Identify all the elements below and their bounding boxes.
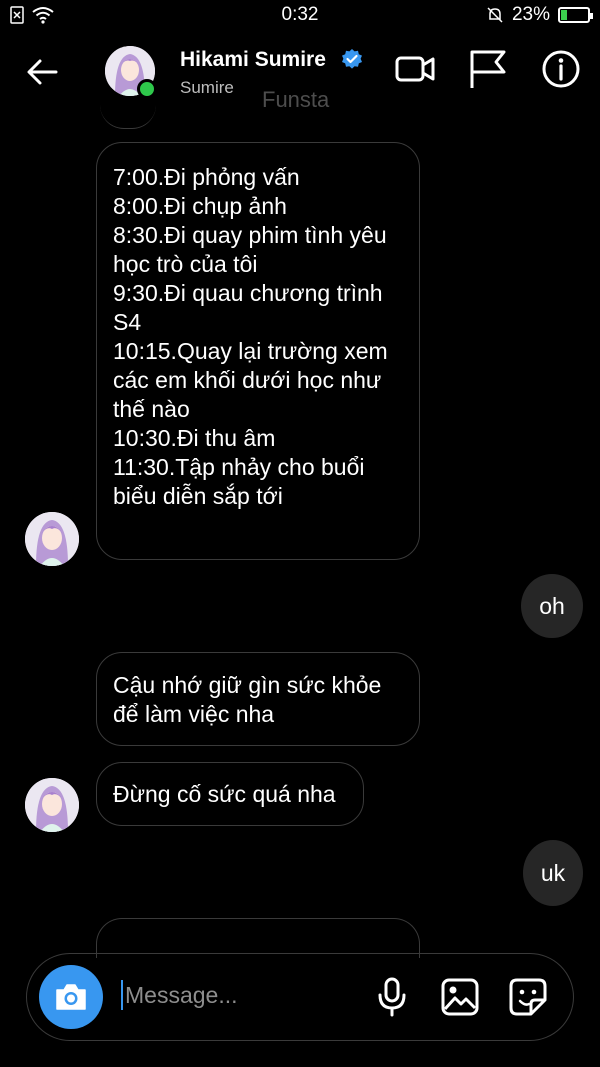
microphone-icon[interactable]: [371, 976, 413, 1018]
message-bubble-dont-overwork[interactable]: Đừng cố sức quá nha: [96, 762, 364, 826]
message-line: biểu diễn sắp tới: [113, 483, 283, 509]
avatar[interactable]: [25, 512, 79, 566]
message-bubble-schedule[interactable]: 7:00.Đi phỏng vấn 8:00.Đi chụp ảnh 8:30.…: [96, 142, 420, 560]
partial-message-bubble: [100, 105, 156, 129]
video-call-icon[interactable]: [394, 48, 436, 90]
message-line: Cậu nhớ giữ gìn sức khỏe: [113, 672, 382, 698]
message-input[interactable]: Message...: [121, 980, 238, 1010]
message-composer: Message...: [26, 953, 574, 1041]
message-line: 8:00.Đi chụp ảnh: [113, 193, 287, 219]
mute-bell-icon: [487, 7, 503, 23]
message-text: uk: [540, 859, 566, 886]
battery-icon: [558, 7, 593, 23]
chat-header: Hikami Sumire Sumire Funsta: [0, 32, 600, 122]
battery-percent: 23%: [511, 4, 550, 25]
camera-button[interactable]: [39, 965, 103, 1029]
message-line: 11:30.Tập nhảy cho buổi: [113, 454, 365, 480]
verified-badge-icon: [342, 49, 362, 69]
gallery-icon[interactable]: [439, 976, 481, 1018]
message-line: S4: [113, 309, 142, 335]
message-text: oh: [539, 592, 565, 619]
info-icon[interactable]: [540, 48, 582, 90]
message-bubble-outgoing[interactable]: oh: [521, 574, 583, 638]
message-bubble-outgoing[interactable]: uk: [523, 840, 583, 906]
message-line: 10:15.Quay lại trường xem: [113, 338, 388, 364]
message-line: 8:30.Đi quay phim tình yêu: [113, 222, 387, 248]
message-line: 10:30.Đi thu âm: [113, 425, 276, 451]
message-line: các em khối dưới học như: [113, 367, 382, 393]
back-arrow-icon[interactable]: [22, 52, 62, 92]
sticker-icon[interactable]: [507, 976, 549, 1018]
avatar[interactable]: [25, 778, 79, 832]
camera-icon: [56, 984, 86, 1010]
status-bar: 0:32 23%: [0, 0, 600, 32]
contact-username: Sumire: [180, 78, 234, 97]
message-text: Đừng cố sức quá nha: [113, 781, 336, 807]
message-line: học trò của tôi: [113, 251, 258, 277]
message-bubble-care[interactable]: Cậu nhớ giữ gìn sức khỏe để làm việc nha: [96, 652, 420, 746]
message-line: để làm việc nha: [113, 701, 275, 727]
watermark-text: Funsta: [262, 87, 330, 112]
flag-icon[interactable]: [467, 48, 509, 90]
online-indicator: [137, 79, 157, 99]
message-line: thế nào: [113, 396, 190, 422]
message-line: 9:30.Đi quau chương trình: [113, 280, 383, 306]
partial-message-bubble: [96, 918, 420, 958]
message-line: 7:00.Đi phỏng vấn: [113, 164, 300, 190]
contact-name[interactable]: Hikami Sumire: [180, 48, 326, 72]
